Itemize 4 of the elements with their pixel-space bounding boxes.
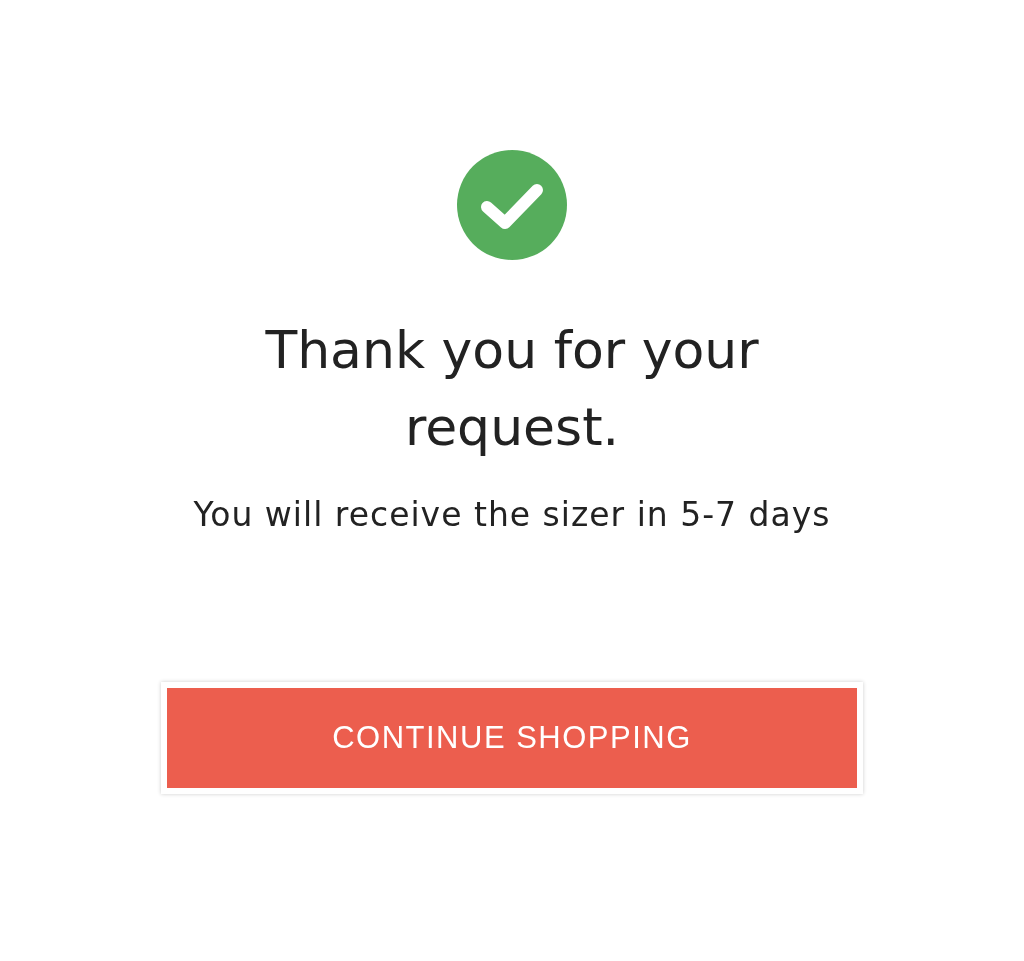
continue-shopping-button[interactable]: CONTINUE SHOPPING bbox=[167, 688, 857, 788]
check-icon bbox=[457, 150, 567, 260]
confirmation-message: You will receive the sizer in 5-7 days bbox=[193, 494, 831, 536]
confirmation-title: Thank you for your request. bbox=[264, 319, 760, 459]
